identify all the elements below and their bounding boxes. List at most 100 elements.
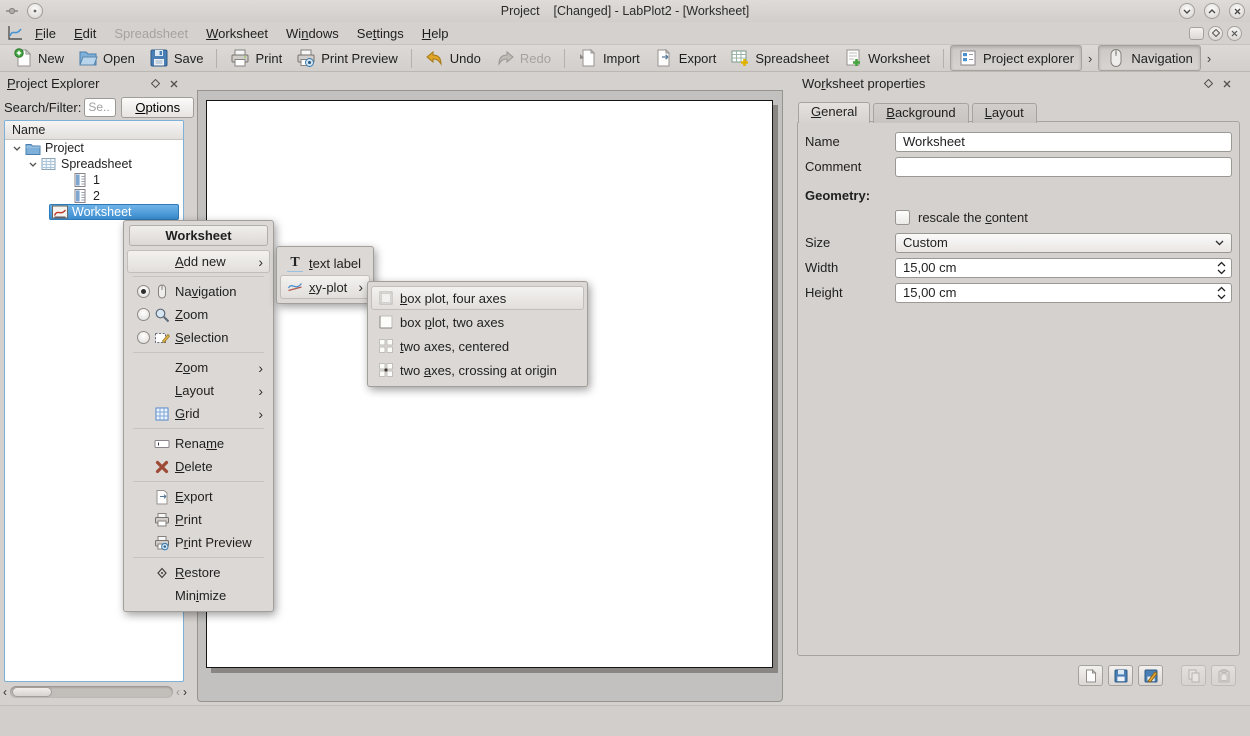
search-input[interactable] [84,98,116,117]
scroll-left-icon[interactable]: ‹ [176,685,180,699]
name-input[interactable] [895,132,1232,152]
minimize-button[interactable] [1179,3,1195,19]
size-combobox[interactable]: Custom [895,233,1232,253]
mdi-restore-button[interactable] [1189,27,1204,40]
menu-item-add-new[interactable]: Add new › [127,250,270,273]
options-button[interactable]: Options [121,97,194,118]
import-button[interactable]: Import [571,46,647,70]
radio-selected-icon[interactable] [137,285,150,298]
save-floppy-icon [149,48,169,68]
menu-item-selection[interactable]: Selection [127,326,270,349]
save-template-button[interactable] [1108,665,1133,686]
comment-input[interactable] [895,157,1232,177]
horizontal-scrollbar[interactable]: ‹ ‹ › [3,685,187,699]
collapse-icon[interactable] [27,162,39,167]
menu-item-layout[interactable]: Layout › [127,379,270,402]
menu-item-navigation[interactable]: Navigation [127,280,270,303]
undo-button[interactable]: Undo [418,46,488,70]
mdi-close-button[interactable] [1227,26,1242,41]
tab-background[interactable]: Background [873,103,968,123]
width-input[interactable] [895,258,1232,278]
menu-item-box-plot-four-axes[interactable]: box plot, four axes [371,286,584,310]
print-preview-icon [296,48,316,68]
open-button[interactable]: Open [71,46,142,70]
menu-item-restore[interactable]: Restore [127,561,270,584]
menu-item-box-plot-two-axes[interactable]: box plot, two axes [371,310,584,334]
new-spreadsheet-button[interactable]: Spreadsheet [723,46,836,70]
width-spinbox[interactable] [895,258,1232,278]
scrollbar-track[interactable] [10,686,173,698]
scroll-left-icon[interactable]: ‹ [3,685,7,699]
dock-close-icon[interactable] [165,80,183,88]
radio-icon[interactable] [137,331,150,344]
save-as-template-button[interactable] [1138,665,1163,686]
menu-item-minimize[interactable]: Minimize [127,584,270,607]
load-template-button[interactable] [1078,665,1103,686]
menu-item-print[interactable]: Print [127,508,270,531]
dock-close-icon[interactable] [1218,80,1236,88]
menu-item-zoom[interactable]: Zoom › [127,356,270,379]
menu-item-zoom-mode[interactable]: Zoom [127,303,270,326]
maximize-button[interactable] [1204,3,1220,19]
submenu-arrow-icon: › [258,254,263,270]
toolbar-overflow-chevron[interactable]: › [1201,51,1217,66]
menu-help[interactable]: Help [413,24,458,43]
scrollbar-thumb[interactable] [12,687,52,697]
tab-general[interactable]: General [798,102,870,123]
menu-item-rename[interactable]: Rename [127,432,270,455]
tree-item-spreadsheet[interactable]: Spreadsheet [5,156,183,172]
menu-item-print-preview[interactable]: Print Preview [127,531,270,554]
new-worksheet-button[interactable]: Worksheet [836,46,937,70]
menu-item-two-axes-centered[interactable]: two axes, centered [371,334,584,358]
properties-header: Worksheet properties [795,72,1243,95]
submenu-arrow-icon: › [258,360,263,376]
menu-settings[interactable]: Settings [348,24,413,43]
window-pin-icon[interactable] [5,4,19,18]
menu-item-text-label[interactable]: T text label [280,251,370,275]
scroll-right-icon[interactable]: › [183,685,187,699]
print-icon [230,48,250,68]
size-value: Custom [903,235,948,250]
menu-edit[interactable]: Edit [65,24,105,43]
menu-worksheet[interactable]: Worksheet [197,24,277,43]
dock-float-icon[interactable] [146,79,165,88]
tree-column-header[interactable]: Name [5,121,183,140]
print-button[interactable]: Print [223,46,289,70]
radio-icon[interactable] [137,308,150,321]
export-button[interactable]: Export [647,46,724,70]
menu-item-xy-plot[interactable]: xy-plot › [280,275,370,299]
navigation-toggle[interactable]: Navigation [1098,45,1200,71]
tab-layout[interactable]: Layout [972,103,1037,123]
tree-item-project[interactable]: Project [5,140,183,156]
selected-row-highlight[interactable]: Worksheet [49,204,179,220]
rescale-checkbox[interactable] [895,210,910,225]
save-button[interactable]: Save [142,46,211,70]
rename-icon [154,436,170,452]
menu-item-two-axes-crossing-origin[interactable]: two axes, crossing at origin [371,358,584,382]
toolbar-overflow-chevron[interactable]: › [1082,51,1098,66]
height-input[interactable] [895,283,1232,303]
tree-item-column-2[interactable]: 2 [5,188,183,204]
dock-float-icon[interactable] [1199,79,1218,88]
menu-windows[interactable]: Windows [277,24,348,43]
mdi-float-button[interactable] [1208,26,1223,41]
rescale-label: rescale the content [918,210,1028,225]
spreadsheet-icon [730,48,750,68]
menu-item-export[interactable]: Export [127,485,270,508]
new-button[interactable]: New [6,46,71,70]
window-title: Project [Changed] - LabPlot2 - [Workshee… [0,4,1250,18]
menu-item-delete[interactable]: Delete [127,455,270,478]
copy-icon [1187,669,1201,683]
window-menu-button[interactable] [27,3,43,19]
height-spinbox[interactable] [895,283,1232,303]
project-explorer-toggle[interactable]: Project explorer [950,45,1082,71]
tree-item-column-1[interactable]: 1 [5,172,183,188]
menu-file[interactable]: File [26,24,65,43]
collapse-icon[interactable] [11,146,23,151]
close-button[interactable] [1229,3,1245,19]
tree-item-worksheet[interactable]: Worksheet [5,204,183,220]
print-preview-button[interactable]: Print Preview [289,46,405,70]
spinner-arrows-icon[interactable] [1217,261,1226,275]
spinner-arrows-icon[interactable] [1217,286,1226,300]
menu-item-grid[interactable]: Grid › [127,402,270,425]
